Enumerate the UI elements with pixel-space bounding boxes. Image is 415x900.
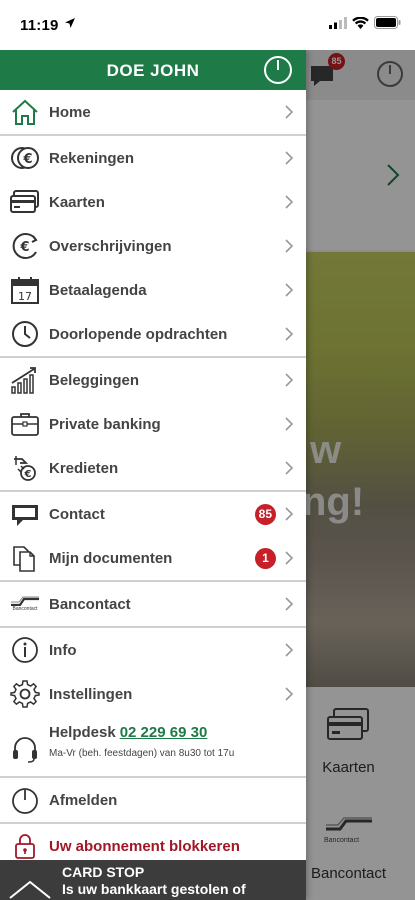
chevron-right-icon xyxy=(284,417,294,431)
chevron-right-icon xyxy=(284,239,294,253)
menu-item-kredieten[interactable]: € Kredieten xyxy=(0,446,306,490)
menu-label: Doorlopende opdrachten xyxy=(49,325,228,343)
menu-label: Instellingen xyxy=(49,685,133,703)
chevron-right-icon xyxy=(284,597,294,611)
chevron-right-icon xyxy=(284,105,294,119)
chevron-right-icon xyxy=(284,643,294,657)
menu-item-doorlopende-opdrachten[interactable]: Doorlopende opdrachten xyxy=(0,312,306,356)
lock-icon xyxy=(10,831,40,861)
menu-label: Betaalagenda xyxy=(49,281,147,299)
menu-item-betaalagenda[interactable]: 17 Betaalagenda xyxy=(0,268,306,312)
euro-transfer-icon: € xyxy=(10,231,40,261)
cardstop-subtitle: Is uw bankkaart gestolen of xyxy=(62,881,246,897)
menu-item-instellingen[interactable]: Instellingen xyxy=(0,672,306,716)
menu-label: Overschrijvingen xyxy=(49,237,172,255)
menu-item-contact[interactable]: Contact 85 xyxy=(0,492,306,536)
menu-item-overschrijvingen[interactable]: € Overschrijvingen xyxy=(0,224,306,268)
documents-icon xyxy=(10,543,40,573)
menu-label: Bancontact xyxy=(49,595,131,613)
svg-text:€: € xyxy=(22,152,32,167)
bancontact-logo-icon: Bancontact xyxy=(10,589,40,619)
helpdesk-info: Helpdesk 02 229 69 30 Ma-Vr (beh. feestda… xyxy=(0,716,306,776)
clock-icon xyxy=(10,319,40,349)
logout-power-button[interactable] xyxy=(262,54,294,86)
menu-label: Rekeningen xyxy=(49,149,135,167)
chevron-right-icon xyxy=(284,461,294,475)
menu-label: Kredieten xyxy=(49,459,119,477)
chevron-right-icon xyxy=(284,327,294,341)
headset-icon xyxy=(10,734,40,764)
menu-item-mijn-documenten[interactable]: Mijn documenten 1 xyxy=(0,536,306,580)
menu-item-kaarten[interactable]: Kaarten xyxy=(0,180,306,224)
gear-icon xyxy=(10,679,40,709)
drawer-header: DOE JOHN xyxy=(0,50,306,90)
user-name: DOE JOHN xyxy=(106,61,200,80)
menu-item-bancontact[interactable]: Bancontact Bancontact xyxy=(0,582,306,626)
status-indicators xyxy=(329,16,401,34)
helpdesk-phone-link[interactable]: 02 229 69 30 xyxy=(120,724,208,741)
helpdesk-hours: Ma-Vr (beh. feestdagen) van 8u30 tot 17u xyxy=(49,748,235,759)
card-warning-icon xyxy=(8,876,52,900)
menu-label: Contact xyxy=(49,505,105,523)
cardstop-banner[interactable]: CARD STOP Is uw bankkaart gestolen of xyxy=(0,860,306,900)
chevron-right-icon xyxy=(284,195,294,209)
menu-label: Kaarten xyxy=(49,193,105,211)
calendar-day: 17 xyxy=(18,290,32,303)
chevron-right-icon xyxy=(284,151,294,165)
card-icon xyxy=(10,187,40,217)
menu-label: Mijn documenten xyxy=(49,549,173,567)
chevron-right-icon xyxy=(284,283,294,297)
menu-label: Private banking xyxy=(49,415,161,433)
credit-coin-hand-icon: € xyxy=(10,453,40,483)
svg-text:€: € xyxy=(24,469,32,480)
menu-item-info[interactable]: Info xyxy=(0,628,306,672)
battery-icon xyxy=(374,16,401,34)
calendar-icon: 17 xyxy=(10,275,40,305)
chat-icon xyxy=(10,499,40,529)
helpdesk-label: Helpdesk xyxy=(49,724,116,741)
menu-label: Afmelden xyxy=(49,791,118,809)
menu-label: Uw abonnement blokkeren xyxy=(49,837,240,855)
cardstop-title: CARD STOP xyxy=(62,864,145,880)
menu-label: Info xyxy=(49,641,77,659)
power-icon xyxy=(10,785,40,815)
menu-item-beleggingen[interactable]: Beleggingen xyxy=(0,358,306,402)
menu-item-rekeningen[interactable]: € Rekeningen xyxy=(0,136,306,180)
bancontact-logo-text: Bancontact xyxy=(12,606,38,612)
menu-item-home[interactable]: Home xyxy=(0,90,306,134)
status-time: 11:19 xyxy=(20,17,59,34)
location-arrow-icon xyxy=(64,16,76,34)
briefcase-icon xyxy=(10,409,40,439)
growth-chart-icon xyxy=(10,365,40,395)
menu-label: Home xyxy=(49,103,91,121)
chevron-right-icon xyxy=(284,551,294,565)
status-bar: 11:19 xyxy=(0,0,415,50)
drawer-scrim[interactable] xyxy=(306,50,415,900)
signal-icon xyxy=(329,16,347,34)
chevron-right-icon xyxy=(284,687,294,701)
chevron-right-icon xyxy=(284,373,294,387)
svg-text:€: € xyxy=(19,240,29,255)
chevron-right-icon xyxy=(284,507,294,521)
menu-item-private-banking[interactable]: Private banking xyxy=(0,402,306,446)
navigation-drawer: DOE JOHN Home € Rekeningen Kaarten € Ove… xyxy=(0,50,306,900)
menu-label: Beleggingen xyxy=(49,371,140,389)
documents-count-badge: 1 xyxy=(255,548,276,569)
euro-coin-icon: € xyxy=(10,143,40,173)
info-icon xyxy=(10,635,40,665)
home-icon xyxy=(10,97,40,127)
wifi-icon xyxy=(352,16,369,34)
menu-item-afmelden[interactable]: Afmelden xyxy=(0,778,306,822)
contact-count-badge: 85 xyxy=(254,504,276,525)
